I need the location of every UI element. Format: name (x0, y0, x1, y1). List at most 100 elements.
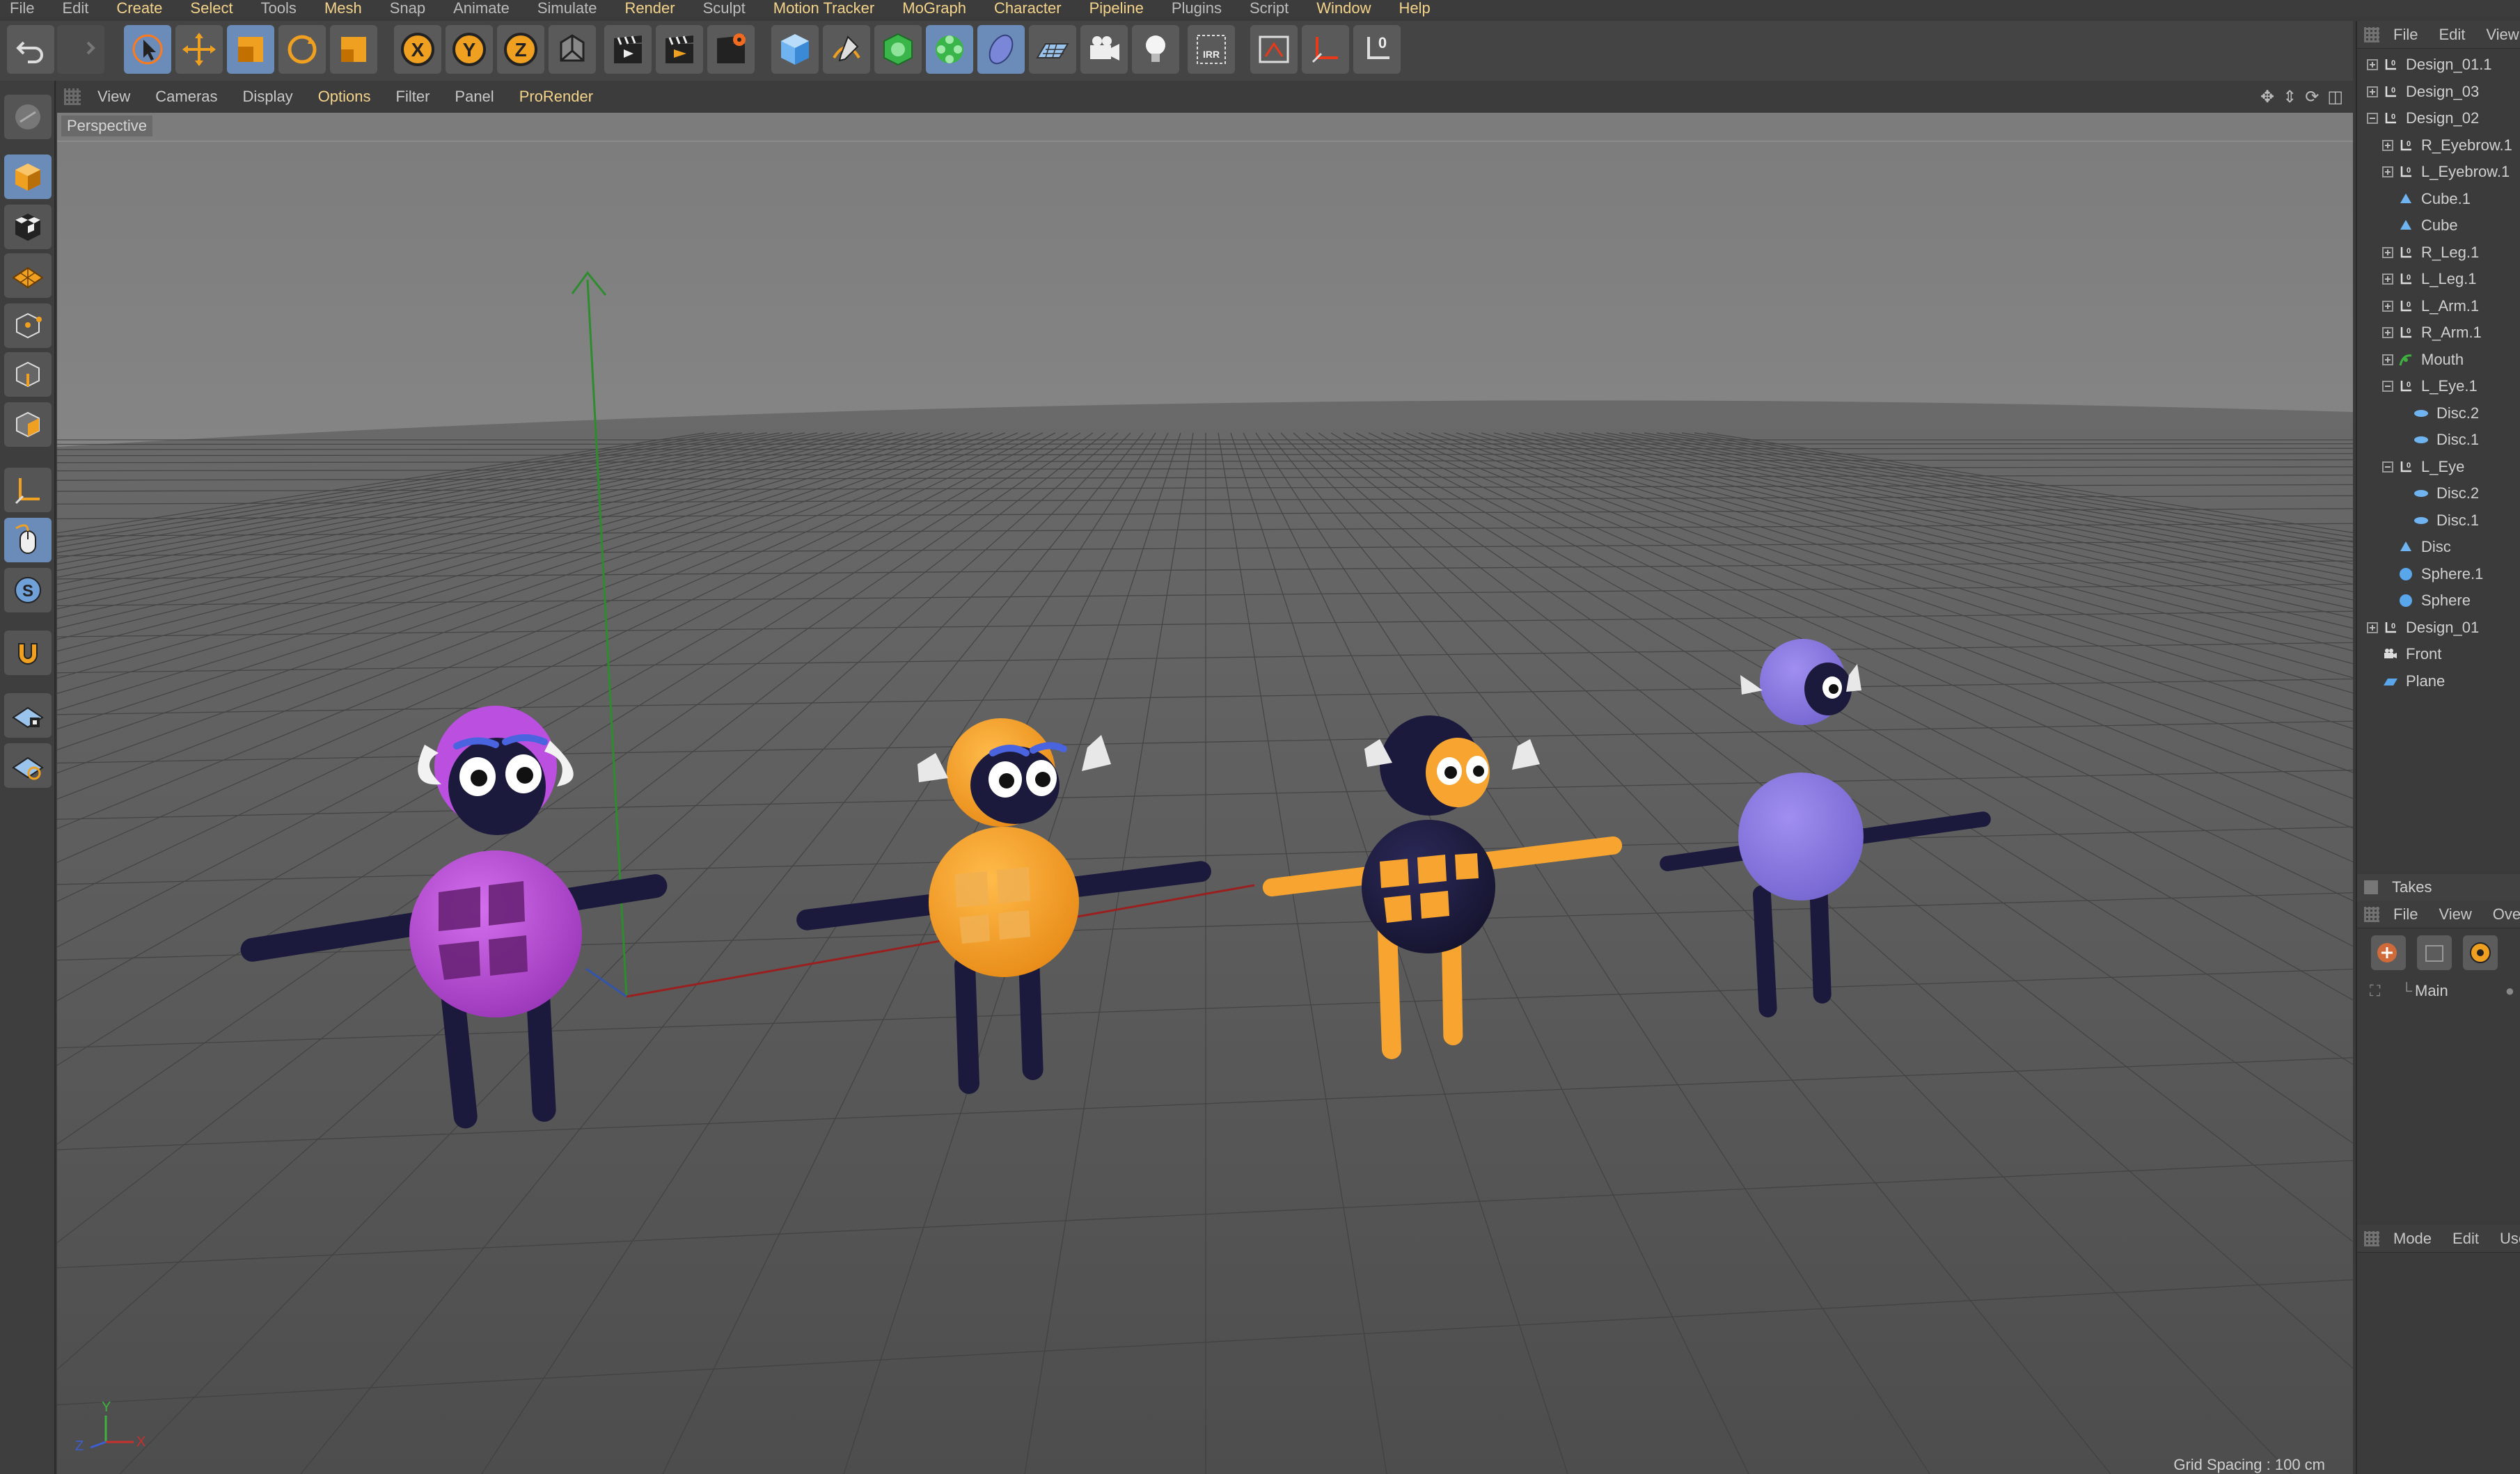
attributes-menu-user-data[interactable]: User Data (2500, 1230, 2520, 1248)
objects-menu-edit[interactable]: Edit (2439, 26, 2465, 44)
collapse-icon[interactable] (2367, 113, 2378, 124)
pan-view-icon[interactable]: ✥ (2260, 87, 2274, 107)
redo-button[interactable] (57, 25, 104, 74)
object-row[interactable]: Plane (2367, 668, 2445, 695)
auto-take-button[interactable] (2463, 935, 2498, 970)
make-editable-button[interactable] (4, 95, 52, 139)
object-row[interactable]: 0 Design_02 (2367, 105, 2479, 132)
expand-icon[interactable] (2367, 86, 2378, 97)
object-row[interactable]: 0 L_Eyebrow.1 (2382, 159, 2510, 185)
menu-mograph[interactable]: MoGraph (902, 0, 966, 17)
object-row[interactable]: 0 L_Arm.1 (2382, 293, 2479, 319)
object-row[interactable]: 0 R_Eyebrow.1 (2382, 132, 2512, 159)
cloner-button[interactable] (926, 25, 973, 74)
attributes-menu-mode[interactable]: Mode (2393, 1230, 2432, 1248)
lock-workplane-button[interactable] (4, 693, 52, 738)
viewport-menu-view[interactable]: View (97, 88, 130, 106)
attributes-menu-edit[interactable]: Edit (2452, 1230, 2479, 1248)
viewport-menu-panel[interactable]: Panel (455, 88, 494, 106)
menu-render[interactable]: Render (624, 0, 675, 17)
light-object-button[interactable] (1132, 25, 1179, 74)
deformer-button[interactable] (977, 25, 1025, 74)
transform-tool-button[interactable] (330, 25, 377, 74)
enable-axis-button[interactable] (4, 468, 52, 512)
menu-script[interactable]: Script (1250, 0, 1289, 17)
menu-sculpt[interactable]: Sculpt (703, 0, 746, 17)
object-row[interactable]: Mouth (2382, 347, 2464, 373)
object-row[interactable]: Cube.1 (2382, 186, 2471, 212)
take-main-row[interactable]: ⛶ └ Main ● (2357, 977, 2520, 1005)
menu-snap[interactable]: Snap (390, 0, 425, 17)
points-mode-button[interactable] (4, 303, 52, 348)
scale-tool-button[interactable] (227, 25, 274, 74)
objects-menu-view[interactable]: View (2486, 26, 2519, 44)
expand-icon[interactable] (2367, 59, 2378, 70)
menu-motion-tracker[interactable]: Motion Tracker (773, 0, 875, 17)
interactive-render-region-button[interactable]: IRR (1188, 25, 1235, 74)
object-row[interactable]: Front (2367, 641, 2441, 667)
viewport-menu-cameras[interactable]: Cameras (155, 88, 217, 106)
object-row[interactable]: 0 Design_01.1 (2367, 51, 2492, 78)
menu-edit[interactable]: Edit (62, 0, 88, 17)
render-view-button[interactable] (604, 25, 652, 74)
floor-object-button[interactable] (1029, 25, 1076, 74)
expand-icon[interactable] (2382, 354, 2393, 365)
take-check-icon[interactable]: ⛶ (2370, 982, 2380, 1000)
object-row[interactable]: 0 Design_01 (2367, 615, 2479, 641)
object-row[interactable]: Disc.2 (2397, 400, 2479, 427)
object-row[interactable]: Cube (2382, 212, 2458, 239)
viewport-menu-prorender[interactable]: ProRender (519, 88, 593, 106)
expand-icon[interactable] (2382, 246, 2393, 258)
planar-workplane-button[interactable] (4, 743, 52, 788)
add-take-button[interactable] (2371, 935, 2406, 970)
snap-toggle-button[interactable]: S (4, 568, 52, 612)
menu-help[interactable]: Help (1399, 0, 1431, 17)
viewport-menu-filter[interactable]: Filter (396, 88, 430, 106)
takes-tab[interactable]: Takes (2357, 874, 2520, 901)
viewport-menu-options[interactable]: Options (318, 88, 371, 106)
expand-icon[interactable] (2382, 300, 2393, 312)
object-row[interactable]: 0 R_Leg.1 (2382, 239, 2479, 266)
expand-icon[interactable] (2382, 274, 2393, 285)
x-axis-button[interactable]: X (394, 25, 441, 74)
orbit-view-icon[interactable]: ⟳ (2305, 87, 2319, 107)
takes-menu-file[interactable]: File (2393, 905, 2418, 924)
object-row[interactable]: Disc.1 (2397, 427, 2479, 453)
collapse-icon[interactable] (2382, 381, 2393, 392)
coordinate-system-button[interactable] (549, 25, 596, 74)
menu-animate[interactable]: Animate (453, 0, 510, 17)
takes-menu-overrides[interactable]: Overrides (2493, 905, 2520, 924)
workplane-button[interactable] (1250, 25, 1298, 74)
object-row[interactable]: Disc (2382, 534, 2451, 560)
menu-plugins[interactable]: Plugins (1172, 0, 1222, 17)
3d-scene[interactable]: Y Z X (57, 113, 2353, 1474)
pen-spline-button[interactable] (823, 25, 870, 74)
menu-create[interactable]: Create (116, 0, 162, 17)
model-mode-button[interactable] (4, 154, 52, 199)
subdivision-surface-button[interactable] (874, 25, 922, 74)
texture-mode-button[interactable] (4, 205, 52, 249)
menu-file[interactable]: File (10, 0, 34, 17)
move-tool-button[interactable] (175, 25, 223, 74)
takes-menu-view[interactable]: View (2439, 905, 2471, 924)
object-row[interactable]: 0 L_Eye (2382, 454, 2464, 480)
menu-simulate[interactable]: Simulate (537, 0, 597, 17)
camera-object-button[interactable] (1080, 25, 1128, 74)
object-row[interactable]: Disc.2 (2397, 480, 2479, 507)
edges-mode-button[interactable] (4, 352, 52, 397)
object-row[interactable]: 0 R_Arm.1 (2382, 319, 2482, 346)
object-row[interactable]: Sphere.1 (2382, 561, 2483, 587)
tweak-mode-button[interactable] (4, 518, 52, 562)
y-axis-button[interactable]: Y (446, 25, 493, 74)
menu-mesh[interactable]: Mesh (324, 0, 362, 17)
object-row[interactable]: 0 Design_03 (2367, 79, 2479, 105)
viewport-menu-display[interactable]: Display (243, 88, 293, 106)
rotate-tool-button[interactable] (278, 25, 326, 74)
render-settings-button[interactable] (707, 25, 755, 74)
cube-primitive-button[interactable] (771, 25, 819, 74)
z-axis-button[interactable]: Z (497, 25, 544, 74)
toggle-view-icon[interactable]: ◫ (2327, 87, 2343, 107)
locked-workplane-button[interactable]: 0 (1353, 25, 1401, 74)
workplane-mode-button[interactable] (4, 253, 52, 298)
take-folder-button[interactable] (2417, 935, 2452, 970)
